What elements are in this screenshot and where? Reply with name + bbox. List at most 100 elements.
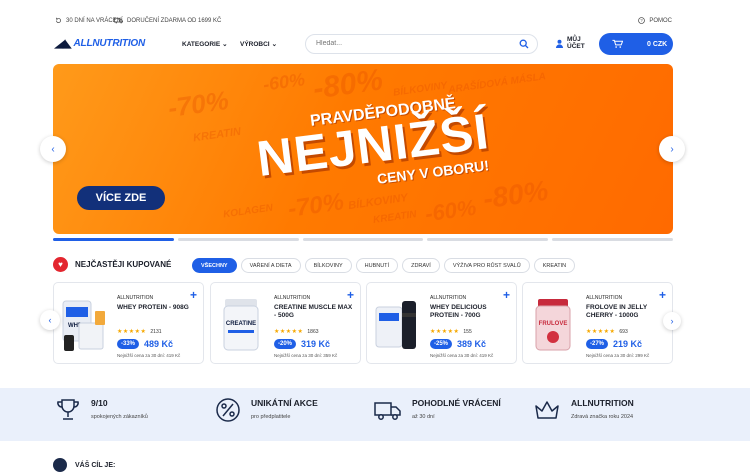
product-card[interactable]: WHEY ALLNUTRITION WHEY PROTEIN - 908G ★★… (53, 282, 204, 364)
add-to-cart-plus-icon[interactable]: + (503, 289, 510, 301)
usp-title: 9/10 (91, 398, 108, 408)
usp-title: POHODLNÉ VRÁCENÍ (412, 398, 501, 408)
review-count: 155 (463, 328, 472, 335)
product-brand: ALLNUTRITION (586, 295, 623, 301)
usp-subtitle: pro předplatitele (251, 414, 291, 420)
banner-cta-button[interactable]: VÍCE ZDE (77, 186, 165, 210)
usp-title: ALLNUTRITION (571, 398, 634, 408)
banner-bg-text: BÍLKOVINY (347, 191, 409, 213)
pagination-dot[interactable] (552, 238, 673, 241)
truck-small-icon (114, 17, 123, 24)
account-link[interactable]: MŮJ ÚČET (555, 36, 585, 50)
account-label-2: ÚČET (567, 43, 585, 50)
banner-next-button[interactable]: › (659, 136, 685, 162)
product-name[interactable]: WHEY PROTEIN - 908G (117, 304, 197, 312)
cart-icon (612, 39, 623, 48)
pagination-dot[interactable] (302, 238, 424, 241)
shipping-info: Doručení zdarma od 1699 Kč (114, 17, 221, 24)
lowest-price-note: Nejnižší cena za 30 dní: 419 Kč (430, 353, 494, 358)
product-price: -27% 219 Kč (586, 339, 642, 349)
review-count: 693 (619, 328, 628, 335)
product-image: WHEY (62, 300, 105, 351)
chevron-right-icon: › (670, 316, 674, 326)
usp-title: UNIKÁTNÍ AKCE (251, 398, 318, 408)
price-value: 319 Kč (301, 339, 331, 349)
chip-proteins[interactable]: BÍLKOVINY (304, 258, 352, 273)
chip-health[interactable]: ZDRAVÍ (402, 258, 440, 273)
usp-subtitle: Zdravá značka roku 2024 (571, 414, 634, 420)
usp-returns: POHODLNÉ VRÁCENÍ až 30 dní (374, 398, 501, 422)
logo-text: ALLNUTRITION (73, 38, 146, 49)
discount-badge: -27% (586, 339, 609, 349)
goal-section-header: VÁŠ CÍL JE: (53, 458, 115, 472)
banner-prev-button[interactable]: ‹ (40, 136, 66, 162)
chip-creatine[interactable]: KREATIN (533, 258, 576, 273)
discount-badge: -25% (430, 339, 453, 349)
account-label-1: MŮJ (567, 36, 581, 43)
return-icon (56, 17, 61, 23)
svg-text:FRULOVE: FRULOVE (539, 321, 568, 327)
banner-bg-text: -80% (481, 174, 551, 215)
price-value: 389 Kč (457, 339, 487, 349)
star-icons: ★★★★★ (586, 329, 616, 335)
help-icon: ? (638, 17, 646, 24)
product-image (375, 301, 416, 349)
bestsellers-header: ♥ NEJČASTĚJI KUPOVANÉ (53, 257, 171, 272)
add-to-cart-plus-icon[interactable]: + (659, 289, 666, 301)
product-card[interactable]: ALLNUTRITION WHEY DELICIOUS PROTEIN - 70… (366, 282, 517, 364)
product-name[interactable]: CREATINE MUSCLE MAX - 500G (274, 304, 354, 320)
banner-bg-text: -80% (310, 64, 385, 106)
nav-brands[interactable]: VÝROBCI ⌄ (240, 40, 277, 49)
help-text: Pomoc (649, 17, 672, 24)
chevron-right-icon: › (670, 143, 674, 155)
header: ◢◣ ALLNUTRITION KATEGORIE ⌄ VÝROBCI ⌄ MŮ… (55, 33, 673, 55)
product-rating: ★★★★★ 693 (586, 328, 628, 336)
hero-banner[interactable]: -60% -70% -80% BÍLKOVINY ARAŠÍDOVÁ MÁSLA… (53, 64, 673, 234)
add-to-cart-plus-icon[interactable]: + (347, 289, 354, 301)
banner-bg-text: -60% (423, 194, 478, 227)
chip-weight-loss[interactable]: HUBNUTÍ (355, 258, 399, 273)
chevron-left-icon: ‹ (48, 315, 52, 325)
products-next-button[interactable]: › (663, 312, 681, 330)
product-card[interactable]: FRULOVE ALLNUTRITION FROLOVE IN JELLY CH… (522, 282, 673, 364)
cart-button[interactable]: 0 CZK (599, 33, 673, 55)
cart-value: 0 CZK (647, 40, 668, 48)
lowest-price-note: Nejnižší cena za 30 dní: 299 Kč (586, 353, 650, 358)
product-price: -20% 319 Kč (274, 339, 330, 349)
pagination-dot[interactable] (427, 238, 549, 241)
pagination-dot[interactable] (53, 238, 174, 241)
logo[interactable]: ◢◣ ALLNUTRITION (55, 37, 145, 50)
banner-bg-text: -70% (286, 188, 346, 223)
chip-muscle-growth[interactable]: VÝŽIVA PRO RŮST SVALŮ (443, 258, 530, 273)
goal-title: VÁŠ CÍL JE: (75, 461, 116, 469)
pagination-dot[interactable] (177, 238, 299, 241)
products-prev-button[interactable]: ‹ (40, 310, 60, 330)
discount-badge: -33% (117, 339, 140, 349)
product-name[interactable]: FROLOVE IN JELLY CHERRY - 1000G (586, 304, 666, 320)
nav-brands-label: VÝROBCI (240, 40, 270, 48)
product-image: CREATINE (223, 299, 259, 351)
svg-text:?: ? (641, 18, 644, 23)
search-icon[interactable] (519, 39, 529, 49)
top-bar: 30 dní na vrácení Doručení zdarma od 169… (55, 14, 672, 28)
product-name[interactable]: WHEY DELICIOUS PROTEIN - 700G (430, 304, 510, 320)
banner-pagination (53, 238, 673, 241)
chip-cooking-diet[interactable]: VAŘENÍ A DIETA (240, 258, 301, 273)
review-count: 2131 (150, 328, 162, 335)
usp-satisfaction: 9/10 spokojených zákazníků (55, 398, 148, 422)
usp-strip: 9/10 spokojených zákazníků UNIKÁTNÍ AKCE p… (0, 388, 750, 441)
add-to-cart-plus-icon[interactable]: + (190, 289, 197, 301)
nav-categories[interactable]: KATEGORIE ⌄ (182, 40, 228, 49)
truck-icon (374, 402, 401, 420)
user-icon (555, 39, 564, 48)
banner-bg-text: KOLAGEN (222, 202, 274, 221)
trophy-icon (57, 399, 79, 420)
chip-all[interactable]: VŠECHNY (192, 258, 237, 273)
product-card[interactable]: CREATINE ALLNUTRITION CREATINE MUSCLE MA… (210, 282, 361, 364)
help-link[interactable]: ? Pomoc (638, 17, 672, 24)
review-count: 1863 (307, 328, 319, 335)
product-image: FRULOVE (535, 299, 571, 351)
lowest-price-note: Nejnižší cena za 30 dní: 419 Kč (117, 353, 181, 358)
goal-icon (53, 458, 67, 472)
crown-icon (535, 401, 559, 419)
